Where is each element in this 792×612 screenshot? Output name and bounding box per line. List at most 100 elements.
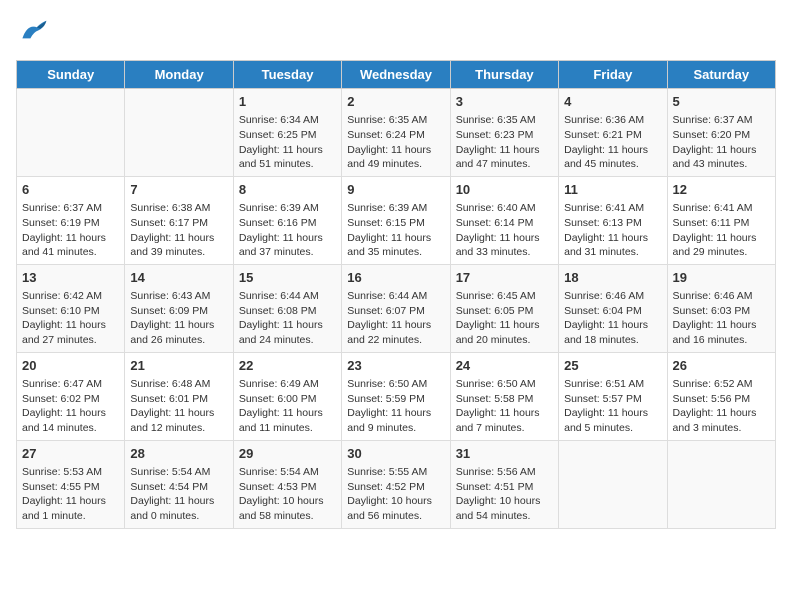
calendar-cell bbox=[17, 89, 125, 177]
calendar-cell: 29 Sunrise: 5:54 AM Sunset: 4:53 PM Dayli… bbox=[233, 440, 341, 528]
calendar-cell bbox=[667, 440, 775, 528]
day-number: 27 bbox=[22, 445, 119, 463]
day-info: Sunrise: 6:39 AM Sunset: 6:15 PM Dayligh… bbox=[347, 201, 444, 260]
day-info: Sunrise: 5:53 AM Sunset: 4:55 PM Dayligh… bbox=[22, 465, 119, 524]
day-info: Sunrise: 6:46 AM Sunset: 6:03 PM Dayligh… bbox=[673, 289, 770, 348]
calendar-cell: 18Sunrise: 6:46 AM Sunset: 6:04 PM Dayli… bbox=[559, 264, 667, 352]
calendar-cell: 7 Sunrise: 6:38 AM Sunset: 6:17 PM Daylig… bbox=[125, 176, 233, 264]
calendar-cell: 16Sunrise: 6:44 AM Sunset: 6:07 PM Dayli… bbox=[342, 264, 450, 352]
day-info: Sunrise: 6:39 AM Sunset: 6:16 PM Dayligh… bbox=[239, 201, 336, 260]
day-info: Sunrise: 5:54 AM Sunset: 4:54 PM Dayligh… bbox=[130, 465, 227, 524]
weekday-header: Saturday bbox=[667, 61, 775, 89]
day-number: 29 bbox=[239, 445, 336, 463]
day-number: 18 bbox=[564, 269, 661, 287]
calendar-cell: 23 Sunrise: 6:50 AM Sunset: 5:59 PM Dayli… bbox=[342, 352, 450, 440]
day-info: Sunrise: 6:47 AM Sunset: 6:02 PM Dayligh… bbox=[22, 377, 119, 436]
calendar-cell: 31Sunrise: 5:56 AM Sunset: 4:51 PM Dayli… bbox=[450, 440, 558, 528]
day-number: 11 bbox=[564, 181, 661, 199]
calendar-table: SundayMondayTuesdayWednesdayThursdayFrid… bbox=[16, 60, 776, 529]
weekday-header: Monday bbox=[125, 61, 233, 89]
day-info: Sunrise: 6:43 AM Sunset: 6:09 PM Dayligh… bbox=[130, 289, 227, 348]
day-info: Sunrise: 6:41 AM Sunset: 6:13 PM Dayligh… bbox=[564, 201, 661, 260]
day-number: 5 bbox=[673, 93, 770, 111]
calendar-cell: 5 Sunrise: 6:37 AM Sunset: 6:20 PM Daylig… bbox=[667, 89, 775, 177]
day-info: Sunrise: 6:42 AM Sunset: 6:10 PM Dayligh… bbox=[22, 289, 119, 348]
day-number: 13 bbox=[22, 269, 119, 287]
calendar-cell: 10 Sunrise: 6:40 AM Sunset: 6:14 PM Dayli… bbox=[450, 176, 558, 264]
calendar-cell: 6Sunrise: 6:37 AM Sunset: 6:19 PM Daylig… bbox=[17, 176, 125, 264]
calendar-cell: 8 Sunrise: 6:39 AM Sunset: 6:16 PM Daylig… bbox=[233, 176, 341, 264]
calendar-cell: 28 Sunrise: 5:54 AM Sunset: 4:54 PM Dayli… bbox=[125, 440, 233, 528]
calendar-week-row: 1 Sunrise: 6:34 AM Sunset: 6:25 PM Daylig… bbox=[17, 89, 776, 177]
header-row: SundayMondayTuesdayWednesdayThursdayFrid… bbox=[17, 61, 776, 89]
calendar-cell: 2 Sunrise: 6:35 AM Sunset: 6:24 PM Daylig… bbox=[342, 89, 450, 177]
day-info: Sunrise: 5:54 AM Sunset: 4:53 PM Dayligh… bbox=[239, 465, 336, 524]
day-info: Sunrise: 6:41 AM Sunset: 6:11 PM Dayligh… bbox=[673, 201, 770, 260]
day-number: 2 bbox=[347, 93, 444, 111]
calendar-week-row: 27 Sunrise: 5:53 AM Sunset: 4:55 PM Dayli… bbox=[17, 440, 776, 528]
day-info: Sunrise: 6:35 AM Sunset: 6:23 PM Dayligh… bbox=[456, 113, 553, 172]
day-number: 26 bbox=[673, 357, 770, 375]
day-info: Sunrise: 5:55 AM Sunset: 4:52 PM Dayligh… bbox=[347, 465, 444, 524]
calendar-cell: 30 Sunrise: 5:55 AM Sunset: 4:52 PM Dayli… bbox=[342, 440, 450, 528]
calendar-cell: 1 Sunrise: 6:34 AM Sunset: 6:25 PM Daylig… bbox=[233, 89, 341, 177]
day-number: 10 bbox=[456, 181, 553, 199]
day-number: 22 bbox=[239, 357, 336, 375]
calendar-cell bbox=[125, 89, 233, 177]
calendar-week-row: 20Sunrise: 6:47 AM Sunset: 6:02 PM Dayli… bbox=[17, 352, 776, 440]
calendar-week-row: 6Sunrise: 6:37 AM Sunset: 6:19 PM Daylig… bbox=[17, 176, 776, 264]
day-number: 24 bbox=[456, 357, 553, 375]
logo bbox=[16, 16, 52, 48]
day-info: Sunrise: 6:44 AM Sunset: 6:08 PM Dayligh… bbox=[239, 289, 336, 348]
day-info: Sunrise: 6:45 AM Sunset: 6:05 PM Dayligh… bbox=[456, 289, 553, 348]
weekday-header: Sunday bbox=[17, 61, 125, 89]
weekday-header: Friday bbox=[559, 61, 667, 89]
day-number: 3 bbox=[456, 93, 553, 111]
day-number: 16 bbox=[347, 269, 444, 287]
day-info: Sunrise: 6:40 AM Sunset: 6:14 PM Dayligh… bbox=[456, 201, 553, 260]
day-info: Sunrise: 6:50 AM Sunset: 5:58 PM Dayligh… bbox=[456, 377, 553, 436]
day-info: Sunrise: 6:50 AM Sunset: 5:59 PM Dayligh… bbox=[347, 377, 444, 436]
day-info: Sunrise: 6:37 AM Sunset: 6:20 PM Dayligh… bbox=[673, 113, 770, 172]
day-number: 9 bbox=[347, 181, 444, 199]
day-info: Sunrise: 6:34 AM Sunset: 6:25 PM Dayligh… bbox=[239, 113, 336, 172]
calendar-cell: 13 Sunrise: 6:42 AM Sunset: 6:10 PM Dayli… bbox=[17, 264, 125, 352]
calendar-cell: 3 Sunrise: 6:35 AM Sunset: 6:23 PM Daylig… bbox=[450, 89, 558, 177]
day-info: Sunrise: 6:52 AM Sunset: 5:56 PM Dayligh… bbox=[673, 377, 770, 436]
day-number: 23 bbox=[347, 357, 444, 375]
day-number: 6 bbox=[22, 181, 119, 199]
day-number: 4 bbox=[564, 93, 661, 111]
calendar-cell: 14 Sunrise: 6:43 AM Sunset: 6:09 PM Dayli… bbox=[125, 264, 233, 352]
calendar-cell: 9 Sunrise: 6:39 AM Sunset: 6:15 PM Daylig… bbox=[342, 176, 450, 264]
calendar-cell: 24 Sunrise: 6:50 AM Sunset: 5:58 PM Dayli… bbox=[450, 352, 558, 440]
calendar-cell bbox=[559, 440, 667, 528]
calendar-cell: 4 Sunrise: 6:36 AM Sunset: 6:21 PM Daylig… bbox=[559, 89, 667, 177]
calendar-cell: 15 Sunrise: 6:44 AM Sunset: 6:08 PM Dayli… bbox=[233, 264, 341, 352]
calendar-cell: 17Sunrise: 6:45 AM Sunset: 6:05 PM Dayli… bbox=[450, 264, 558, 352]
day-number: 19 bbox=[673, 269, 770, 287]
calendar-cell: 12Sunrise: 6:41 AM Sunset: 6:11 PM Dayli… bbox=[667, 176, 775, 264]
day-info: Sunrise: 6:49 AM Sunset: 6:00 PM Dayligh… bbox=[239, 377, 336, 436]
weekday-header: Thursday bbox=[450, 61, 558, 89]
day-number: 25 bbox=[564, 357, 661, 375]
calendar-cell: 21 Sunrise: 6:48 AM Sunset: 6:01 PM Dayli… bbox=[125, 352, 233, 440]
day-number: 28 bbox=[130, 445, 227, 463]
weekday-header: Tuesday bbox=[233, 61, 341, 89]
day-info: Sunrise: 6:36 AM Sunset: 6:21 PM Dayligh… bbox=[564, 113, 661, 172]
day-info: Sunrise: 6:35 AM Sunset: 6:24 PM Dayligh… bbox=[347, 113, 444, 172]
calendar-week-row: 13 Sunrise: 6:42 AM Sunset: 6:10 PM Dayli… bbox=[17, 264, 776, 352]
day-number: 21 bbox=[130, 357, 227, 375]
day-number: 7 bbox=[130, 181, 227, 199]
day-info: Sunrise: 6:48 AM Sunset: 6:01 PM Dayligh… bbox=[130, 377, 227, 436]
day-info: Sunrise: 6:38 AM Sunset: 6:17 PM Dayligh… bbox=[130, 201, 227, 260]
day-info: Sunrise: 6:51 AM Sunset: 5:57 PM Dayligh… bbox=[564, 377, 661, 436]
calendar-cell: 20Sunrise: 6:47 AM Sunset: 6:02 PM Dayli… bbox=[17, 352, 125, 440]
day-number: 14 bbox=[130, 269, 227, 287]
page-header bbox=[16, 16, 776, 48]
day-info: Sunrise: 5:56 AM Sunset: 4:51 PM Dayligh… bbox=[456, 465, 553, 524]
logo-icon bbox=[16, 16, 48, 48]
day-number: 30 bbox=[347, 445, 444, 463]
day-number: 15 bbox=[239, 269, 336, 287]
day-number: 8 bbox=[239, 181, 336, 199]
day-number: 1 bbox=[239, 93, 336, 111]
